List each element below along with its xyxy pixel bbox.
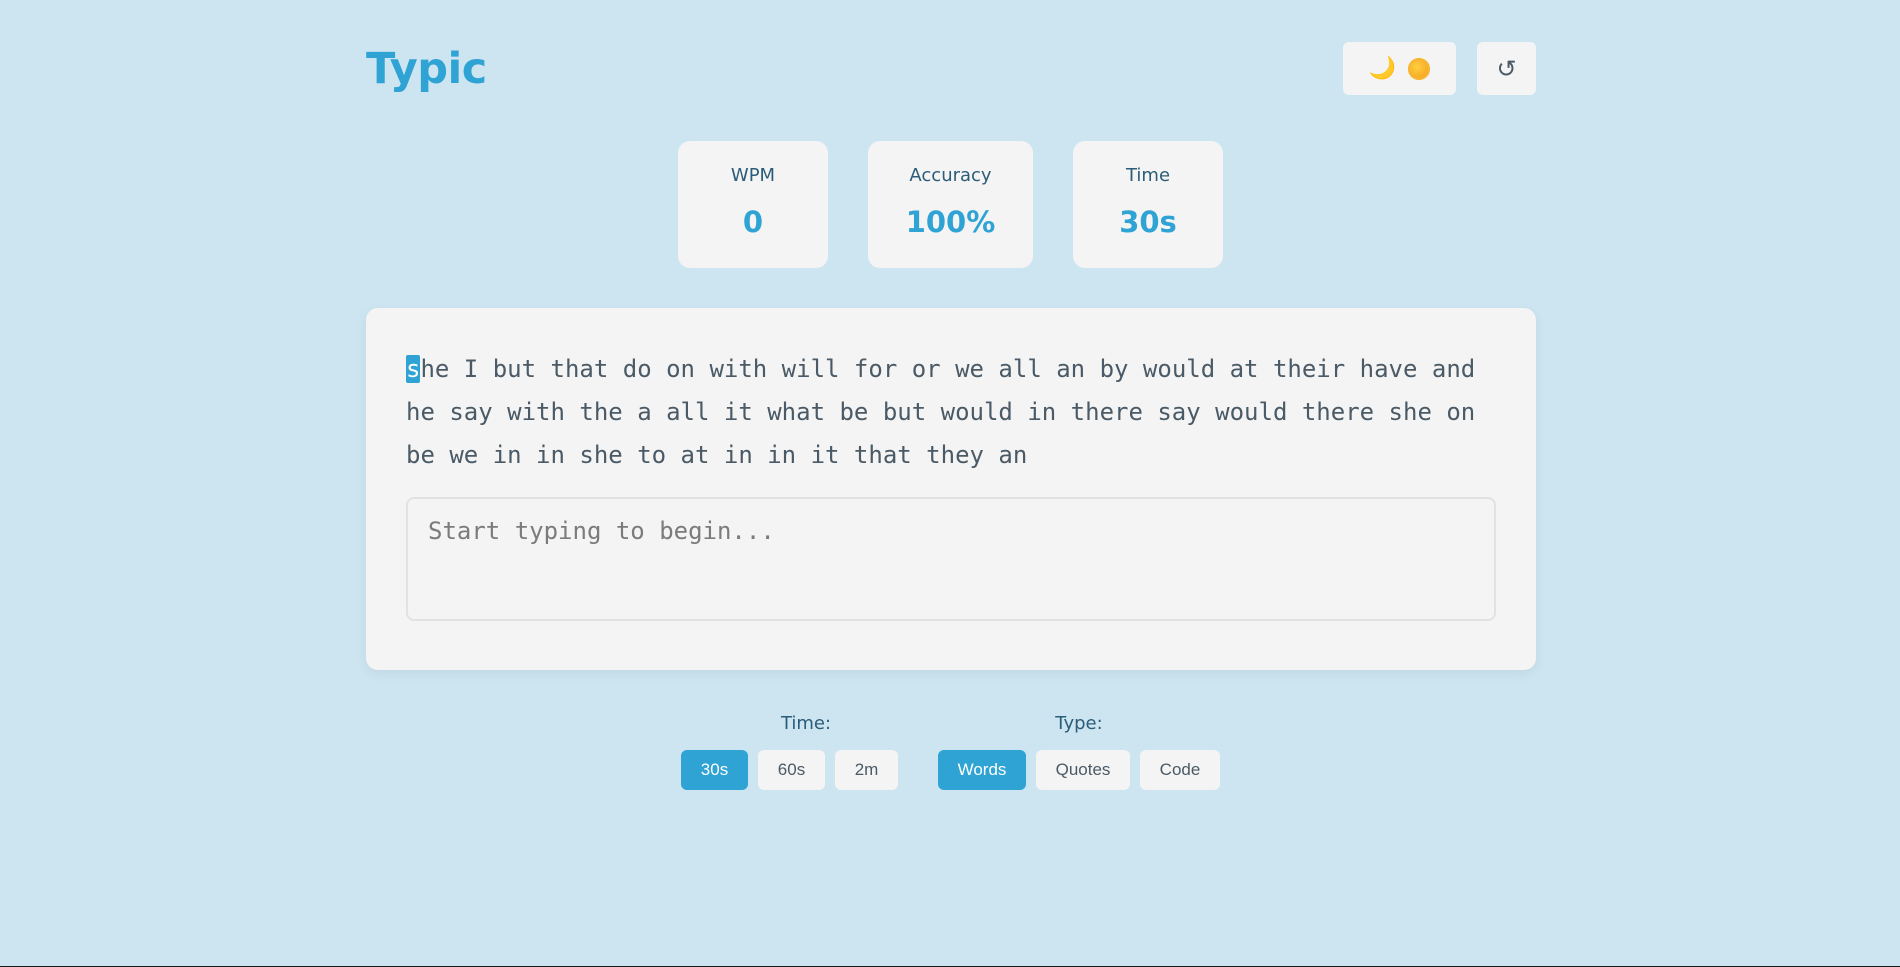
type-option-code[interactable]: Code: [1140, 750, 1220, 790]
sun-icon: [1408, 57, 1431, 80]
stat-wpm-value: 0: [742, 205, 764, 239]
text-display: she I but that do on with will for or we…: [406, 348, 1496, 477]
text-line-1-rest: he I but that do on with will for or we …: [420, 355, 1476, 383]
typing-input[interactable]: [406, 497, 1496, 621]
stat-time-label: Time: [1125, 165, 1171, 186]
type-option-quotes[interactable]: Quotes: [1036, 750, 1130, 790]
type-option-words[interactable]: Words: [938, 750, 1026, 790]
header: Typic 🌙 ↺: [366, 42, 1536, 98]
type-options-label: Type:: [1055, 713, 1103, 734]
text-line-3: be we in in she to at in in it that they…: [406, 441, 1028, 469]
stat-accuracy: Accuracy 100%: [868, 141, 1033, 268]
stat-accuracy-label: Accuracy: [909, 165, 992, 186]
moon-icon: 🌙: [1368, 56, 1397, 81]
restart-icon: ↺: [1496, 54, 1517, 83]
time-option-2m[interactable]: 2m: [835, 750, 898, 790]
restart-button[interactable]: ↺: [1477, 42, 1536, 95]
stat-accuracy-value: 100%: [905, 205, 996, 239]
current-char: s: [406, 355, 421, 383]
time-option-60s[interactable]: 60s: [758, 750, 825, 790]
stat-wpm: WPM 0: [678, 141, 828, 268]
stat-wpm-label: WPM: [730, 165, 776, 186]
text-line-2: he say with the a all it what be but wou…: [406, 398, 1476, 426]
stat-time: Time 30s: [1073, 141, 1223, 268]
typing-card: she I but that do on with will for or we…: [366, 308, 1536, 670]
text-line-1: she I but that do on with will for or we…: [406, 348, 1496, 391]
theme-toggle-button[interactable]: 🌙: [1343, 42, 1456, 95]
stat-time-value: 30s: [1119, 205, 1177, 239]
time-options-label: Time:: [780, 713, 832, 734]
app-logo: Typic: [366, 44, 487, 94]
time-option-30s[interactable]: 30s: [681, 750, 748, 790]
